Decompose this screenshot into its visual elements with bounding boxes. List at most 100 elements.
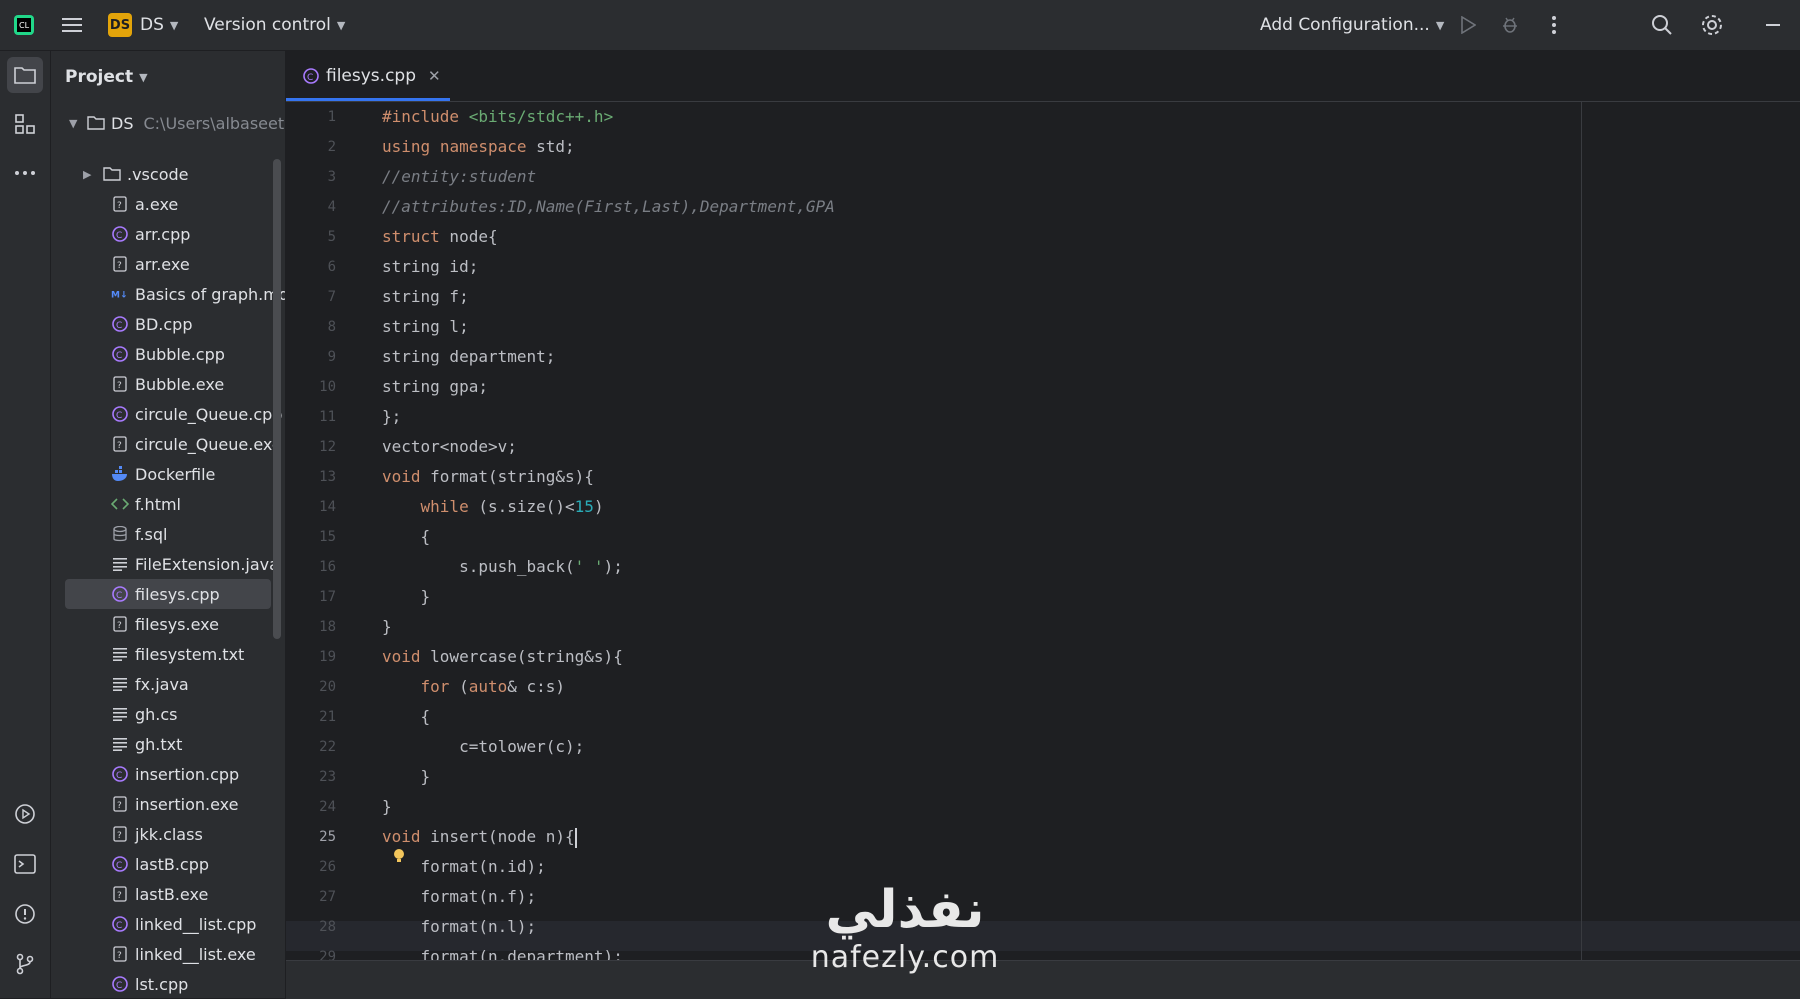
tab-filesys-cpp[interactable]: C filesys.cpp ✕: [286, 51, 450, 101]
code-line[interactable]: format(n.f);: [382, 882, 537, 912]
tree-item[interactable]: filesystem.txt: [51, 639, 285, 669]
structure-icon[interactable]: [7, 106, 43, 142]
minimize-window-icon[interactable]: [1755, 7, 1791, 43]
code-line[interactable]: };: [382, 402, 401, 432]
intention-lightbulb-icon[interactable]: [393, 848, 405, 862]
tree-item[interactable]: ? insertion.exe: [51, 789, 285, 819]
code-line[interactable]: {: [382, 702, 431, 732]
line-number-gutter[interactable]: 1 2 3 4 5 6 7 8 9 10 11 12 13 14 15 16 17 18 19 20 21 22 23 24 2…: [286, 102, 376, 972]
code-line[interactable]: c=tolower(c);: [382, 732, 584, 762]
settings-gear-icon[interactable]: [1694, 7, 1730, 43]
code-line[interactable]: s.push_back(' ');: [382, 552, 623, 582]
run-configuration-selector[interactable]: Add Configuration... ▼: [1260, 0, 1444, 50]
svg-text:?: ?: [117, 381, 122, 391]
code-line[interactable]: }: [382, 612, 392, 642]
tree-item[interactable]: ? lastB.exe: [51, 879, 285, 909]
code-line[interactable]: {: [382, 522, 431, 552]
debug-icon[interactable]: [1492, 7, 1528, 43]
tree-item[interactable]: M↓ Basics of graph.md: [51, 279, 285, 309]
project-scrollbar[interactable]: [273, 159, 281, 639]
chevron-right-icon[interactable]: ▶: [83, 168, 97, 181]
cpp-file-icon: C: [111, 975, 129, 993]
code-line[interactable]: }: [382, 792, 392, 822]
tree-item[interactable]: ? a.exe: [51, 189, 285, 219]
tree-item[interactable]: Dockerfile: [51, 459, 285, 489]
code-line[interactable]: #include <bits/stdc++.h>: [382, 102, 613, 132]
problems-icon[interactable]: [7, 896, 43, 932]
tree-root-ds[interactable]: ▼ DS C:\Users\albaseet: [51, 108, 285, 138]
tree-item[interactable]: C BD.cpp: [51, 309, 285, 339]
tree-item-label: insertion.cpp: [135, 764, 240, 784]
tree-item[interactable]: ▶ .vscode: [51, 159, 285, 189]
tree-item[interactable]: ? circule_Queue.exe: [51, 429, 285, 459]
tree-item[interactable]: Cfilesys.cpp: [65, 579, 271, 609]
code-line[interactable]: vector<node>v;: [382, 432, 517, 462]
tree-item[interactable]: f.sql: [51, 519, 285, 549]
version-control-label: Version control: [204, 15, 331, 35]
git-branch-icon[interactable]: [7, 946, 43, 982]
code-line[interactable]: using namespace std;: [382, 132, 575, 162]
svg-text:C: C: [307, 73, 313, 83]
code-line[interactable]: string gpa;: [382, 372, 488, 402]
tree-item[interactable]: ? jkk.class: [51, 819, 285, 849]
main-menu-icon[interactable]: [54, 7, 90, 43]
tree-item[interactable]: Clinked__list.cpp: [51, 909, 285, 939]
tree-item[interactable]: gh.cs: [51, 699, 285, 729]
tree-item[interactable]: ? filesys.exe: [51, 609, 285, 639]
more-tool-windows-icon[interactable]: [7, 155, 43, 191]
tree-item[interactable]: ClastB.cpp: [51, 849, 285, 879]
line-number: 19: [319, 649, 336, 665]
tree-item[interactable]: Ccircule_Queue.cpp: [51, 399, 285, 429]
code-line[interactable]: string id;: [382, 252, 478, 282]
code-line[interactable]: while (s.size()<15): [382, 492, 604, 522]
code-line[interactable]: }: [382, 762, 431, 792]
tree-item-label: linked__list.cpp: [135, 914, 257, 934]
terminal-icon[interactable]: [7, 846, 43, 882]
tree-item-label: lst.cpp: [135, 974, 189, 994]
tree-item-label: fx.java: [135, 674, 189, 694]
tree-item[interactable]: f.html: [51, 489, 285, 519]
cpp-file-icon: C: [111, 765, 129, 783]
unknown-file-icon: ?: [111, 825, 129, 843]
tree-item[interactable]: Carr.cpp: [51, 219, 285, 249]
code-line[interactable]: format(n.id);: [382, 852, 546, 882]
tree-item[interactable]: ? Bubble.exe: [51, 369, 285, 399]
tree-item[interactable]: ? arr.exe: [51, 249, 285, 279]
search-icon[interactable]: [1644, 7, 1680, 43]
tree-item[interactable]: fx.java: [51, 669, 285, 699]
project-panel-header[interactable]: Project ▼: [65, 51, 148, 103]
code-line[interactable]: string department;: [382, 342, 555, 372]
code-line[interactable]: void lowercase(string&s){: [382, 642, 623, 672]
tree-item[interactable]: C Bubble.cpp: [51, 339, 285, 369]
tree-item[interactable]: FileExtension.java: [51, 549, 285, 579]
version-control-menu[interactable]: Version control ▼: [204, 0, 345, 50]
close-tab-icon[interactable]: ✕: [428, 67, 441, 85]
tree-item[interactable]: gh.txt: [51, 729, 285, 759]
svg-text:C: C: [116, 861, 122, 871]
chevron-down-icon[interactable]: ▼: [69, 117, 83, 130]
code-line[interactable]: string l;: [382, 312, 469, 342]
code-line[interactable]: void insert(node n){: [382, 822, 577, 852]
code-line[interactable]: format(n.l);: [382, 912, 537, 942]
code-text-area[interactable]: #include <bits/stdc++.h> using namespace …: [382, 102, 1782, 972]
tree-item[interactable]: Clst.cpp: [51, 969, 285, 998]
code-line[interactable]: }: [382, 582, 431, 612]
code-line[interactable]: for (auto& c:s): [382, 672, 566, 702]
svg-text:C: C: [116, 351, 122, 361]
watermark-arabic-text: نفذلي: [825, 880, 985, 940]
clion-logo-icon[interactable]: CL: [6, 7, 42, 43]
services-run-icon[interactable]: [7, 796, 43, 832]
code-line[interactable]: struct node{: [382, 222, 498, 252]
code-line[interactable]: //entity:student: [382, 162, 536, 192]
tree-item[interactable]: ? linked__list.exe: [51, 939, 285, 969]
tree-item-label: jkk.class: [135, 824, 203, 844]
tree-item[interactable]: Cinsertion.cpp: [51, 759, 285, 789]
run-icon[interactable]: [1450, 7, 1486, 43]
code-line[interactable]: //attributes:ID,Name(First,Last),Departm…: [382, 192, 835, 222]
unknown-file-icon: ?: [111, 945, 129, 963]
project-switcher[interactable]: DS DS ▼: [108, 0, 178, 50]
project-folder-icon[interactable]: [7, 57, 43, 93]
code-line[interactable]: void format(string&s){: [382, 462, 594, 492]
code-line[interactable]: string f;: [382, 282, 469, 312]
more-actions-icon[interactable]: [1536, 7, 1572, 43]
